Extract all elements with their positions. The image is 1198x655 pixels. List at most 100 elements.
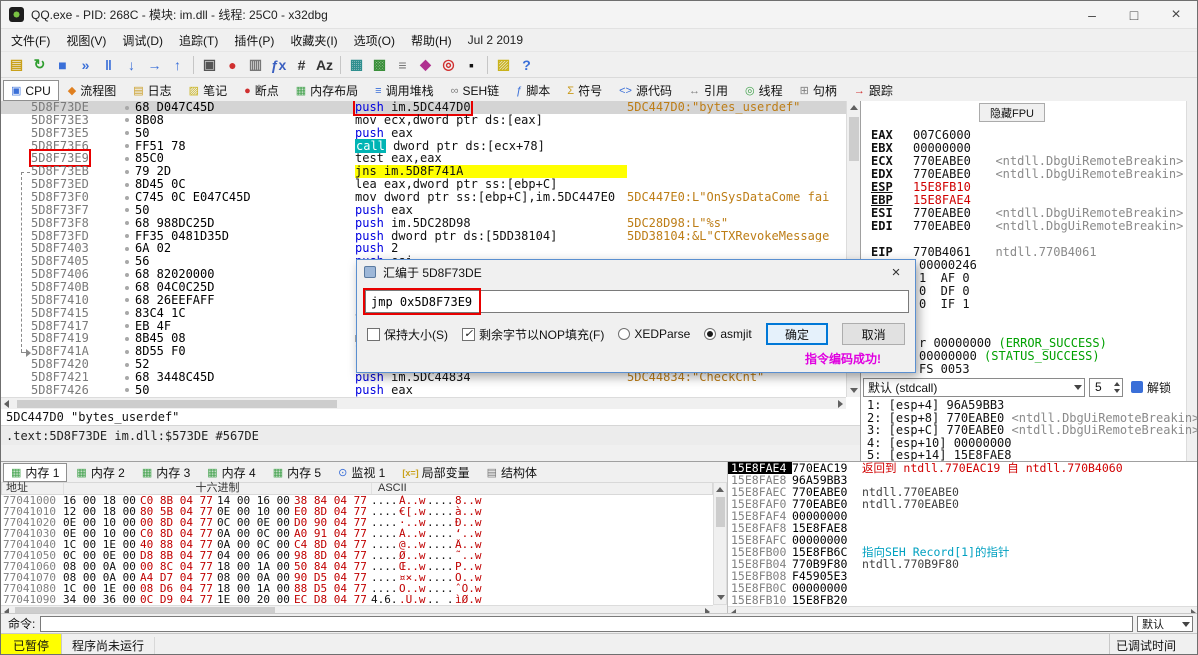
menu-item[interactable]: 选项(O): [346, 30, 403, 51]
dump-vscrollbar[interactable]: [713, 482, 727, 605]
tab-memory-map[interactable]: ▦ 内存布局: [288, 80, 366, 101]
menu-item[interactable]: 文件(F): [3, 30, 58, 51]
menu-item[interactable]: 帮助(H): [403, 30, 460, 51]
notes-icon[interactable]: ▨: [492, 54, 515, 76]
tab-graph[interactable]: ◆ 流程图: [60, 80, 124, 101]
spin-up-icon[interactable]: [1114, 381, 1120, 386]
assemble-instruction-input[interactable]: [365, 290, 909, 313]
arg-row[interactable]: 5: [esp+14] 15E8FAE8: [867, 449, 1012, 462]
command-profile-select[interactable]: 默认: [1137, 615, 1193, 632]
menu-item[interactable]: 调试(D): [114, 30, 171, 51]
tab-notes[interactable]: ▨ 笔记: [181, 80, 235, 101]
tab-dump-5[interactable]: ▦ 内存 5: [265, 463, 329, 482]
command-input[interactable]: [40, 615, 1133, 632]
asmjit-radio[interactable]: asmjit: [704, 327, 752, 341]
pause-icon[interactable]: ‖: [97, 54, 120, 76]
tab-cpu[interactable]: ▣ CPU: [3, 80, 59, 101]
scroll-thumb[interactable]: [17, 400, 337, 408]
terminal-icon[interactable]: ▪: [460, 54, 483, 76]
tab-handles[interactable]: ⊞ 句柄: [792, 80, 845, 101]
disasm-row[interactable]: 5D8F73F0 C745 0C E047C45D mov dword ptr ss…: [1, 191, 846, 204]
memory-icon[interactable]: ▩: [368, 54, 391, 76]
tab-dump-2[interactable]: ▦ 内存 2: [68, 463, 132, 482]
memory-map-icon[interactable]: ▥: [244, 54, 267, 76]
step-over-icon[interactable]: →: [143, 54, 166, 76]
menu-item[interactable]: 追踪(T): [171, 30, 226, 51]
calculator-icon[interactable]: ▦: [345, 54, 368, 76]
tab-log[interactable]: ▤ 日志: [125, 80, 179, 101]
minimize-button[interactable]: –: [1071, 1, 1113, 28]
dump-rows[interactable]: 77041000 16 00 18 00 C0 8B 04 77 14 00 16 0…: [1, 495, 713, 605]
tab-struct[interactable]: ▤ 结构体: [479, 463, 545, 482]
about-icon[interactable]: ?: [515, 54, 538, 76]
strings-icon[interactable]: Az: [313, 54, 336, 76]
tab-dump-1[interactable]: ▦ 内存 1: [3, 463, 68, 482]
arg-count-stepper[interactable]: 5: [1089, 377, 1123, 397]
stack-row[interactable]: 15E8FB10 15E8FB20: [728, 594, 1197, 606]
disasm-row[interactable]: 5D8F7403 6A 02 push 2: [1, 242, 846, 255]
tab-watch-1[interactable]: ⊙ 监视 1: [330, 463, 393, 482]
stop-icon[interactable]: ■: [51, 54, 74, 76]
tab-label: 监视 1: [351, 466, 386, 480]
disasm-row[interactable]: 5D8F73E3 8B08 mov ecx,dword ptr ds:[eax]: [1, 113, 846, 127]
tab-symbols[interactable]: Σ 符号: [559, 80, 610, 101]
trace-dot-icon: [125, 311, 129, 316]
keep-size-checkbox[interactable]: 保持大小(S): [367, 326, 448, 343]
tab-trace[interactable]: → 跟踪: [846, 80, 901, 101]
ok-button[interactable]: 确定: [765, 323, 829, 345]
scroll-thumb[interactable]: [716, 497, 725, 527]
menu-item[interactable]: 视图(V): [58, 30, 114, 51]
tab-call-stack[interactable]: ≡ 调用堆栈: [367, 80, 441, 101]
dialog-close-button[interactable]: ×: [881, 261, 911, 283]
dump-ascii-group: €[.w: [399, 506, 426, 517]
tab-locals[interactable]: [x=] 局部变量: [394, 463, 477, 482]
close-button[interactable]: ×: [1155, 1, 1197, 28]
maximize-button[interactable]: □: [1113, 1, 1155, 28]
register-row[interactable]: EDI 770EABE0 <ntdll.DbgUiRemoteBreakin>: [871, 220, 1185, 233]
tab-seh[interactable]: ∞ SEH链: [443, 80, 508, 101]
spin-down-icon[interactable]: [1114, 388, 1120, 393]
log-icon[interactable]: ▣: [198, 54, 221, 76]
settings-icon[interactable]: ◎: [437, 54, 460, 76]
script-icon[interactable]: ≡: [391, 54, 414, 76]
fx-icon[interactable]: ƒx: [267, 54, 290, 76]
tab-references[interactable]: ↔ 引用: [681, 80, 736, 101]
run-icon[interactable]: »: [74, 54, 97, 76]
hide-fpu-button[interactable]: 隐藏FPU: [979, 103, 1045, 122]
calling-convention-select[interactable]: 默认 (stdcall): [863, 377, 1085, 397]
tab-script[interactable]: ƒ 脚本: [508, 80, 558, 101]
scroll-thumb[interactable]: [849, 117, 859, 161]
patches-icon[interactable]: #: [290, 54, 313, 76]
scroll-left-icon[interactable]: [4, 400, 9, 408]
tab-dump-3[interactable]: ▦ 内存 3: [134, 463, 198, 482]
breakpoint-icon[interactable]: ●: [221, 54, 244, 76]
command-row: 命令: 默认: [1, 613, 1197, 633]
disasm-hscrollbar[interactable]: [1, 397, 846, 409]
menu-item[interactable]: 收藏夹(I): [282, 30, 345, 51]
scroll-down-icon[interactable]: [850, 388, 858, 393]
open-file-icon[interactable]: ▤: [5, 54, 28, 76]
xedparse-radio[interactable]: XEDParse: [618, 327, 690, 341]
tab-dump-4[interactable]: ▦ 内存 4: [199, 463, 263, 482]
scroll-right-icon[interactable]: [838, 400, 843, 408]
fill-nop-checkbox[interactable]: 剩余字节以NOP填充(F): [462, 326, 604, 343]
favourites-icon[interactable]: ◆: [414, 54, 437, 76]
scroll-up-icon[interactable]: [849, 105, 858, 110]
scroll-down-icon[interactable]: [717, 595, 725, 600]
disasm-row[interactable]: 5D8F73FD FF35 0481D35D push dword ptr ds:[…: [1, 229, 846, 243]
tab-source[interactable]: <> 源代码: [611, 80, 680, 101]
dump-row[interactable]: 77041090 34 00 36 00 0C D9 04 77 1E 00 20 0…: [1, 594, 713, 605]
menu-item[interactable]: 插件(P): [226, 30, 282, 51]
trace-dot-icon: [125, 259, 129, 264]
unlock-toggle[interactable]: 解锁: [1131, 379, 1171, 396]
disasm-row[interactable]: 5D8F7426 50 push eax: [1, 384, 846, 397]
registers-scrollbar[interactable]: [1186, 101, 1197, 461]
scroll-up-icon[interactable]: [716, 487, 724, 492]
run-to-return-icon[interactable]: ↑: [166, 54, 189, 76]
step-into-icon[interactable]: ↓: [120, 54, 143, 76]
tab-threads[interactable]: ◎ 线程: [737, 80, 791, 101]
cancel-button[interactable]: 取消: [842, 323, 905, 345]
tab-breakpoints[interactable]: ● 断点: [236, 80, 287, 101]
restart-icon[interactable]: ↻: [28, 54, 51, 76]
stack-view[interactable]: 15E8FAE4 770EAC19 返回到 ntdll.770EAC19 自 ntd…: [727, 462, 1197, 617]
